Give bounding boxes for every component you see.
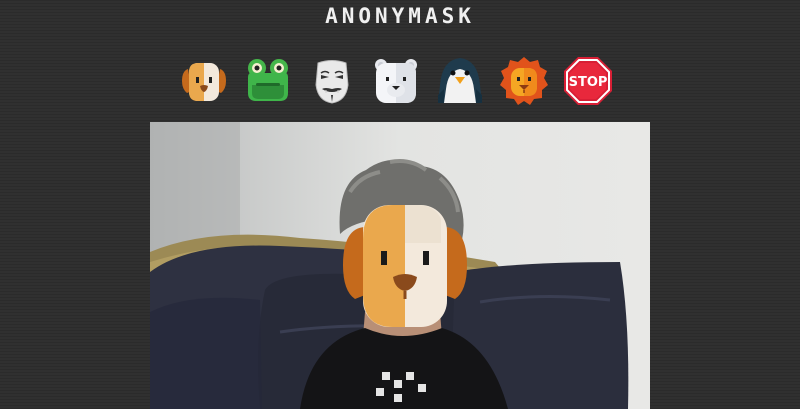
mask-button-dog[interactable] <box>176 55 232 107</box>
mask-button-frog[interactable] <box>240 55 296 107</box>
dog-icon <box>182 63 226 101</box>
stop-label: STOP <box>569 75 608 90</box>
face-mask-overlay-dog <box>341 203 469 329</box>
mask-button-stop[interactable]: STOP <box>560 55 616 107</box>
app-title: ANONYMASK <box>325 4 475 28</box>
penguin-icon <box>438 58 482 103</box>
mask-button-guy-fawkes[interactable] <box>304 55 360 107</box>
mask-button-penguin[interactable] <box>432 55 488 107</box>
mask-button-lion[interactable] <box>496 55 552 107</box>
dog-mask-icon <box>343 205 467 327</box>
lion-icon <box>500 57 548 105</box>
mask-button-polar-bear[interactable] <box>368 55 424 107</box>
stop-sign-icon: STOP <box>564 57 612 105</box>
mask-selector: STOP <box>176 55 624 107</box>
frog-icon <box>248 59 288 101</box>
guy-fawkes-mask-icon <box>315 60 349 104</box>
polar-bear-icon <box>375 59 417 103</box>
